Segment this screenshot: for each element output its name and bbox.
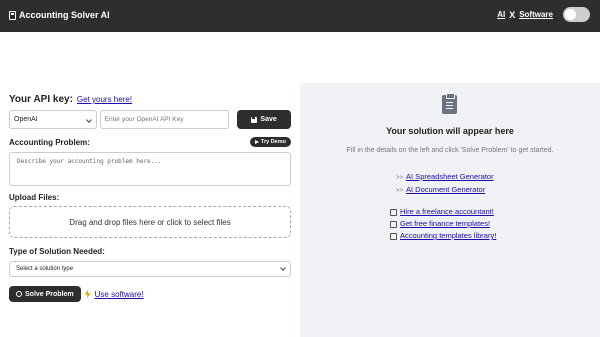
- template-icon: [390, 220, 397, 228]
- resource-link-row: Accounting templates library!: [390, 230, 496, 242]
- generator-link-row: >> AI Spreadsheet Generator: [396, 171, 494, 184]
- top-bar: Accounting Solver AI AI X Software: [0, 0, 600, 32]
- solution-panel: Your solution will appear here Fill in t…: [300, 83, 600, 337]
- solution-subtitle: Fill in the details on the left and clic…: [346, 147, 554, 154]
- solve-problem-label: Solve Problem: [25, 290, 74, 298]
- ai-document-generator-link[interactable]: AI Document Generator: [406, 184, 485, 196]
- get-api-key-link[interactable]: Get yours here!: [77, 95, 132, 104]
- theme-toggle[interactable]: [563, 7, 590, 22]
- api-key-heading: Your API key: Get yours here!: [9, 94, 291, 105]
- use-software-link[interactable]: Use software!: [95, 290, 144, 299]
- calculator-icon: [9, 10, 16, 20]
- solve-row: Solve Problem Use software!: [9, 286, 144, 302]
- api-key-section: Your API key: Get yours here! OpenAI Sav…: [9, 94, 291, 129]
- nav-x-separator: X: [509, 9, 516, 20]
- resource-link-row: Get free finance templates!: [390, 218, 496, 230]
- problem-heading: Accounting Problem: Try Demo: [9, 137, 291, 147]
- play-icon: [254, 140, 259, 144]
- double-arrow-icon: >>: [396, 175, 404, 181]
- library-icon: [390, 232, 397, 240]
- resource-links: Hire a freelance accountant! Get free fi…: [390, 206, 496, 242]
- api-key-label: Your API key:: [9, 94, 73, 105]
- nav-right: AI X Software: [497, 7, 590, 22]
- problem-label: Accounting Problem:: [9, 137, 90, 147]
- generator-links: >> AI Spreadsheet Generator >> AI Docume…: [396, 171, 494, 197]
- ai-spreadsheet-generator-link[interactable]: AI Spreadsheet Generator: [406, 171, 494, 183]
- try-demo-button[interactable]: Try Demo: [249, 137, 291, 147]
- upload-label: Upload Files:: [9, 193, 60, 202]
- solve-problem-button[interactable]: Solve Problem: [9, 286, 81, 302]
- templates-library-link[interactable]: Accounting templates library!: [400, 230, 496, 242]
- problem-textarea[interactable]: Describe your accounting problem here...: [9, 152, 291, 186]
- solution-type-select[interactable]: Select a solution type: [9, 261, 291, 277]
- generator-link-row: >> AI Document Generator: [396, 184, 494, 197]
- floppy-icon: [251, 116, 258, 123]
- api-key-input[interactable]: [99, 110, 230, 129]
- clipboard-icon: [442, 93, 457, 114]
- nav-software-link[interactable]: Software: [519, 10, 553, 19]
- double-arrow-icon: >>: [396, 188, 404, 194]
- save-button-label: Save: [260, 116, 277, 123]
- save-button[interactable]: Save: [237, 110, 291, 129]
- accountant-icon: [390, 208, 397, 216]
- solution-title: Your solution will appear here: [386, 126, 514, 136]
- hire-accountant-link[interactable]: Hire a freelance accountant!: [400, 206, 494, 218]
- resource-link-row: Hire a freelance accountant!: [390, 206, 496, 218]
- finance-templates-link[interactable]: Get free finance templates!: [400, 218, 490, 230]
- try-demo-label: Try Demo: [260, 139, 286, 145]
- gears-icon: [16, 291, 22, 297]
- nav-ai-link[interactable]: AI: [497, 10, 505, 19]
- bolt-icon: [84, 289, 91, 299]
- solution-type-label: Type of Solution Needed:: [9, 247, 105, 256]
- app-title: Accounting Solver AI: [19, 10, 110, 20]
- file-dropzone[interactable]: Drag and drop files here or click to sel…: [9, 206, 291, 238]
- api-key-controls: OpenAI Save: [9, 110, 291, 129]
- brand[interactable]: Accounting Solver AI: [9, 10, 110, 20]
- provider-select[interactable]: OpenAI: [9, 110, 97, 129]
